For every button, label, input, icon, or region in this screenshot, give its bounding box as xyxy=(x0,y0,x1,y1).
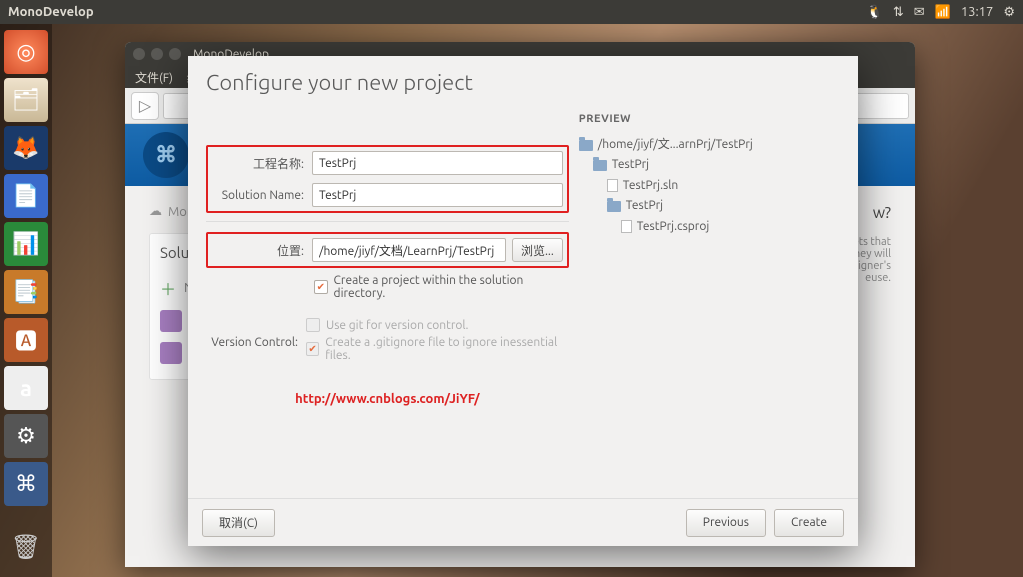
menu-file[interactable]: 文件(F) xyxy=(135,69,173,86)
use-git-row: Use git for version control. xyxy=(306,318,569,332)
create-in-solution-row[interactable]: Create a project within the solution dir… xyxy=(206,274,569,300)
amazon-icon[interactable]: a xyxy=(4,366,48,410)
tree-sln-file: TestPrj.sln xyxy=(579,176,840,196)
tux-icon[interactable]: 🐧 xyxy=(867,5,883,20)
window-min-icon[interactable] xyxy=(151,48,163,60)
tree-root: /home/jiyf/文...arnPrj/TestPrj xyxy=(579,135,840,155)
power-icon[interactable]: ⚙ xyxy=(1003,5,1015,20)
watermark-url: http://www.cnblogs.com/JiYF/ xyxy=(206,392,569,406)
settings-icon[interactable]: ⚙ xyxy=(4,414,48,458)
system-top-bar: MonoDevelop 🐧 ⇅ ✉ 📶 13:17 ⚙ xyxy=(0,0,1023,24)
folder-icon xyxy=(579,140,593,151)
trash-icon[interactable]: 🗑 xyxy=(4,525,48,569)
mail-icon[interactable]: ✉ xyxy=(914,5,925,20)
folder-icon xyxy=(607,201,621,212)
clock[interactable]: 13:17 xyxy=(961,5,994,19)
dialog-header: Configure your new project xyxy=(188,56,858,105)
browse-button[interactable]: 浏览... xyxy=(512,238,563,262)
unity-launcher: ◎ 🗂 🦊 📄 📊 📑 🅰 a ⚙ ⌘ 🗑 xyxy=(0,24,52,577)
tree-project-folder: TestPrj xyxy=(579,196,840,216)
file-icon xyxy=(607,179,618,192)
project-icon xyxy=(160,342,182,364)
checkbox-gitignore xyxy=(306,342,319,356)
tree-solution-folder: TestPrj xyxy=(579,155,840,175)
monodevelop-logo-icon: ⌘ xyxy=(143,132,189,178)
folder-icon xyxy=(593,160,607,171)
checkbox-create-in-solution[interactable] xyxy=(314,280,328,294)
project-icon xyxy=(160,310,182,332)
solution-name-input[interactable] xyxy=(312,183,563,207)
writer-icon[interactable]: 📄 xyxy=(4,174,48,218)
create-button[interactable]: Create xyxy=(774,509,844,537)
label-gitignore: Create a .gitignore file to ignore iness… xyxy=(325,336,569,362)
updown-icon[interactable]: ⇅ xyxy=(893,5,904,20)
dialog-footer: 取消(C) Previous Create xyxy=(188,498,858,546)
form-column: 工程名称: Solution Name: 位置: 浏览... Create xyxy=(206,109,569,498)
window-close-icon[interactable] xyxy=(133,48,145,60)
network-icon[interactable]: 📶 xyxy=(935,5,951,20)
impress-icon[interactable]: 📑 xyxy=(4,270,48,314)
location-input[interactable] xyxy=(312,238,506,262)
project-name-input[interactable] xyxy=(312,151,563,175)
system-tray: 🐧 ⇅ ✉ 📶 13:17 ⚙ xyxy=(867,5,1015,20)
dialog-title: Configure your new project xyxy=(206,70,840,95)
highlight-names: 工程名称: Solution Name: xyxy=(206,145,569,213)
tree-csproj-file: TestPrj.csproj xyxy=(579,217,840,237)
file-icon xyxy=(621,220,632,233)
preview-column: PREVIEW /home/jiyf/文...arnPrj/TestPrj Te… xyxy=(579,109,840,498)
label-location: 位置: xyxy=(212,242,312,259)
preview-heading: PREVIEW xyxy=(579,113,840,125)
files-icon[interactable]: 🗂 xyxy=(4,78,48,122)
firefox-icon[interactable]: 🦊 xyxy=(4,126,48,170)
label-use-git: Use git for version control. xyxy=(326,319,469,332)
window-max-icon[interactable] xyxy=(169,48,181,60)
label-create-in-solution: Create a project within the solution dir… xyxy=(334,274,569,300)
label-project-name: 工程名称: xyxy=(212,155,312,172)
software-center-icon[interactable]: 🅰 xyxy=(4,318,48,362)
monodevelop-icon[interactable]: ⌘ xyxy=(4,462,48,506)
new-project-dialog: Configure your new project 工程名称: Solutio… xyxy=(188,56,858,546)
previous-button[interactable]: Previous xyxy=(686,509,766,537)
label-version-control: Version Control: xyxy=(206,336,306,349)
label-solution-name: Solution Name: xyxy=(212,189,312,202)
separator xyxy=(206,221,569,222)
highlight-location: 位置: 浏览... xyxy=(206,232,569,268)
gitignore-row: Create a .gitignore file to ignore iness… xyxy=(306,336,569,362)
cancel-button[interactable]: 取消(C) xyxy=(202,509,275,537)
run-button[interactable]: ▷ xyxy=(131,92,159,120)
active-app-title: MonoDevelop xyxy=(8,5,94,19)
calc-icon[interactable]: 📊 xyxy=(4,222,48,266)
dash-icon[interactable]: ◎ xyxy=(4,30,48,74)
preview-tree: /home/jiyf/文...arnPrj/TestPrj TestPrj Te… xyxy=(579,135,840,237)
checkbox-use-git xyxy=(306,318,320,332)
